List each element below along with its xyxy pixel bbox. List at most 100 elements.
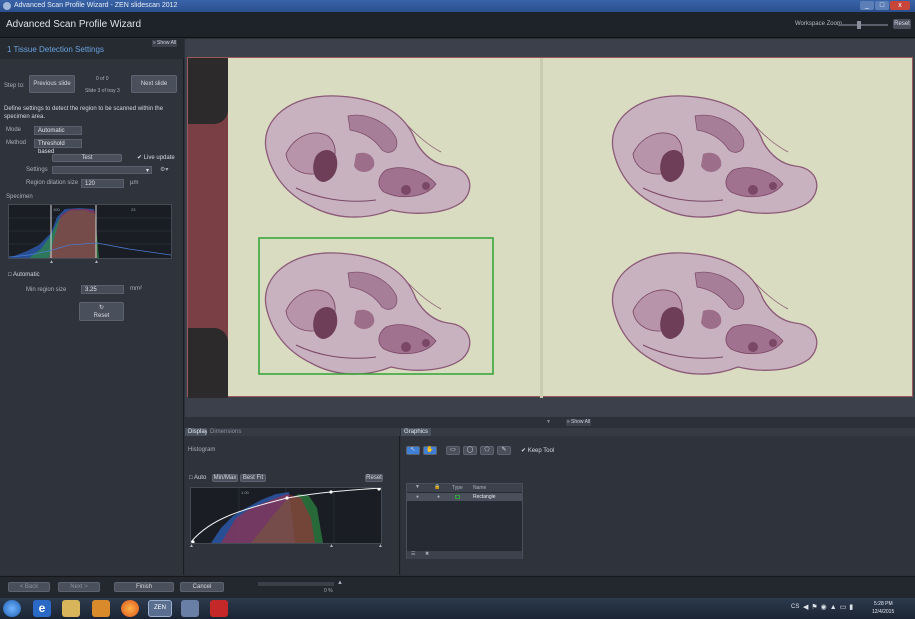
tab-dimensions[interactable]: Dimensions [207,428,245,436]
reset-button[interactable]: ↻ Reset [79,302,124,321]
bestfit-button[interactable]: Best Fit [240,474,266,482]
language-indicator[interactable]: CS [791,604,799,610]
min-region-label: Min region size [26,287,67,293]
histogram-min-marker[interactable]: ▲ [49,259,54,265]
reset-icon: ↻ [98,305,105,311]
test-button[interactable]: Test [52,154,122,162]
start-button-icon[interactable] [3,600,21,617]
tissue-sections [258,95,818,375]
workspace-zoom-label: Workspace Zoom [795,21,842,27]
table-settings-icon[interactable]: ☰ [411,551,415,557]
progress-text: 0 % [324,588,333,594]
step-description: Define settings to detect the region to … [4,106,164,120]
progress-bar [258,582,334,586]
polygon-tool-icon[interactable]: ⬠ [480,446,494,455]
previous-slide-button[interactable]: Previous slide [29,75,75,93]
graphics-panel: Graphics ↖ ✋ ▭ ◯ ⬠ ✎ ✔ Keep Tool ▼ 🔒 Typ… [401,428,915,575]
save-disk-icon[interactable] [181,600,199,617]
method-select[interactable]: Threshold based [34,139,82,155]
close-button[interactable]: x [890,1,910,10]
min-region-input[interactable]: 3.25 [81,285,124,294]
tray-icons[interactable]: ◀⚑◉▲▭▮ [803,603,856,611]
tab-graphics[interactable]: Graphics [401,428,432,436]
display-panel: Display Dimensions Histogram □ Auto Min/… [185,428,400,575]
eye-icon[interactable]: ▼ [415,484,420,490]
firefox-icon[interactable] [121,600,139,617]
automatic-checkbox[interactable]: □ Automatic [8,272,40,278]
reset-button-label: Reset [93,313,110,319]
method-label: Method [6,140,27,146]
table-toolbar: ☰ ✖ [407,551,522,559]
window-title: Advanced Scan Profile Wizard - ZEN slide… [14,2,178,9]
zoom-reset-button[interactable]: Reset [893,19,911,29]
min-region-unit: mm² [130,286,142,292]
specimen-histogram[interactable]: 100 23 [8,204,172,259]
auto-label: Auto [193,475,207,481]
visible-icon[interactable]: ● [416,494,419,500]
next-button[interactable]: Next > [58,582,100,592]
folder-icon[interactable] [62,600,80,617]
histogram-max-marker[interactable]: ▲ [94,259,99,265]
live-update-label: Live update [143,155,175,161]
ie-icon[interactable]: e [33,600,51,617]
back-button[interactable]: < Back [8,582,50,592]
keep-tool-checkbox[interactable]: ✔ Keep Tool [521,447,554,454]
live-update-checkbox[interactable]: ✔ Live update [137,154,175,161]
auto-checkbox[interactable]: □ Auto [189,475,206,481]
slide-image[interactable] [187,57,913,398]
lock-icon[interactable]: 🔒 [434,484,440,490]
hand-tool-icon[interactable]: ✋ [423,446,437,455]
clock-time[interactable]: 5:28 PM [874,601,893,607]
dilation-input[interactable]: 120 [81,179,124,188]
histogram-title: Histogram [188,447,216,453]
media-player-icon[interactable] [92,600,110,617]
ellipse-tool-icon[interactable]: ◯ [463,446,477,455]
col-type: Type [452,485,463,491]
show-all-button[interactable]: » Show All [152,40,177,47]
row-name: Rectangle [473,494,496,500]
progress-expand-icon[interactable]: ▲ [337,580,343,586]
settings-dropdown[interactable]: ▾ [52,166,152,174]
automatic-label: Automatic [12,272,40,278]
table-row[interactable]: ● ● Rectangle [407,493,522,501]
rectangle-tool-icon[interactable]: ▭ [446,446,460,455]
gamma-marker[interactable]: ▲ [329,543,334,549]
svg-text:23: 23 [131,207,136,212]
white-point-marker[interactable]: ▲ [378,543,383,549]
minimize-button[interactable]: _ [860,1,874,10]
viewer-show-all-button[interactable]: » Show All [566,419,591,426]
cancel-button[interactable]: Cancel [180,582,224,592]
clock-date[interactable]: 12/4/2015 [872,609,894,615]
display-histogram[interactable]: 1.00 [190,487,382,544]
freehand-tool-icon[interactable]: ✎ [497,446,511,455]
settings-label: Settings [26,167,48,173]
workspace-zoom-handle[interactable] [857,21,861,29]
graphics-tabbar [401,428,915,436]
black-point-marker[interactable]: ▲ [189,543,194,549]
slide-counter: 0 of 0 [96,76,109,82]
minmax-button[interactable]: Min/Max [212,474,238,482]
table-delete-icon[interactable]: ✖ [425,551,429,557]
step-to-label: Step to: [4,83,25,89]
maximize-button[interactable]: □ [875,1,889,10]
display-reset-button[interactable]: Reset [365,474,383,482]
settings-menu-icon[interactable]: ⚙▾ [160,166,168,173]
app-red-icon[interactable] [210,600,228,617]
app-icon [3,2,11,10]
next-slide-button[interactable]: Next slide [131,75,177,93]
mode-select[interactable]: Automatic [34,126,82,135]
section-title[interactable]: 1 Tissue Detection Settings [7,45,104,54]
window-titlebar: Advanced Scan Profile Wizard - ZEN slide… [0,0,915,12]
gamma-tick: 1.00 [241,490,250,495]
wizard-footer: < Back Next > Finish Cancel 0 % ▲ [0,576,915,598]
workspace-zoom-slider[interactable] [838,24,888,26]
slide-tray-info: Slide 3 of tray 3 [85,88,120,94]
select-tool-icon[interactable]: ↖ [406,446,420,455]
image-viewer[interactable] [185,39,915,417]
table-header [407,484,522,492]
finish-button[interactable]: Finish [114,582,174,592]
collapse-arrow-icon[interactable]: ▼ [546,419,551,425]
app-name: Advanced Scan Profile Wizard [6,19,142,30]
unlock-icon[interactable]: ● [437,494,440,500]
zen-taskbar-icon[interactable]: ZEN [148,600,172,617]
